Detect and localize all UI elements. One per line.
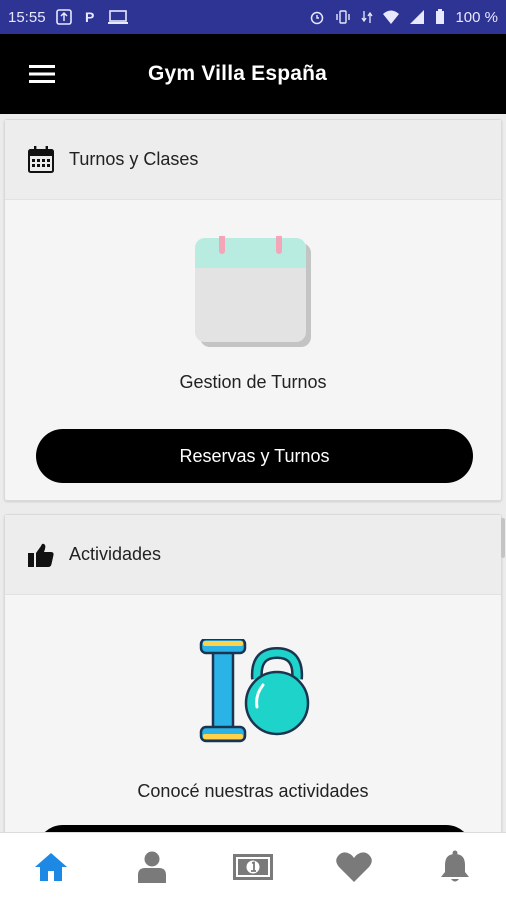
data-arrows-icon	[361, 11, 373, 23]
heart-icon	[336, 851, 372, 882]
content-scroll-area[interactable]: Turnos y Clases Gestion de Turnos Reserv…	[0, 114, 506, 832]
signal-icon	[410, 10, 425, 24]
dumbbell-kettlebell-illustration	[199, 639, 310, 743]
bell-icon	[441, 850, 470, 881]
nav-favorites[interactable]	[324, 837, 384, 897]
alarm-icon	[311, 11, 324, 25]
menu-button[interactable]	[14, 46, 70, 102]
calendar-illustration	[195, 236, 311, 347]
card-caption: Gestion de Turnos	[179, 372, 327, 392]
scrollbar[interactable]	[501, 518, 505, 558]
battery-icon	[436, 9, 445, 24]
parking-app-icon: P	[85, 9, 94, 25]
actividades-button[interactable]	[36, 825, 473, 832]
card-turnos: Turnos y Clases Gestion de Turnos Reserv…	[4, 119, 502, 501]
status-time: 15:55	[8, 8, 46, 26]
battery-level: 100 %	[455, 8, 498, 26]
nav-home[interactable]	[21, 837, 81, 897]
card-title: Turnos y Clases	[69, 149, 199, 169]
hamburger-menu-icon	[29, 65, 55, 83]
card-header: Turnos y Clases	[5, 120, 501, 200]
card-title: Actividades	[69, 544, 162, 564]
status-bar: 15:55 P 100 %	[0, 0, 506, 34]
nav-profile[interactable]	[122, 837, 182, 897]
money-icon	[232, 853, 273, 880]
user-icon	[137, 851, 166, 883]
app-title: Gym Villa España	[148, 62, 328, 85]
card-header: Actividades	[5, 515, 501, 595]
cast-icon	[107, 10, 128, 24]
wifi-icon	[383, 10, 400, 24]
nav-notifications[interactable]	[425, 837, 485, 897]
app-bar: Gym Villa España	[0, 34, 506, 114]
reservas-turnos-button[interactable]: Reservas y Turnos	[36, 429, 473, 483]
nav-payments[interactable]	[223, 837, 283, 897]
home-icon	[34, 852, 67, 881]
card-caption: Conocé nuestras actividades	[137, 781, 369, 801]
vibrate-icon	[336, 10, 351, 24]
card-actividades: Actividades Conocé nuestras actividades	[4, 514, 502, 832]
usb-icon	[55, 9, 72, 25]
calendar-icon	[28, 146, 54, 173]
bottom-navigation	[0, 832, 506, 900]
thumbs-up-icon	[28, 543, 54, 567]
svg-text:P: P	[85, 9, 94, 25]
